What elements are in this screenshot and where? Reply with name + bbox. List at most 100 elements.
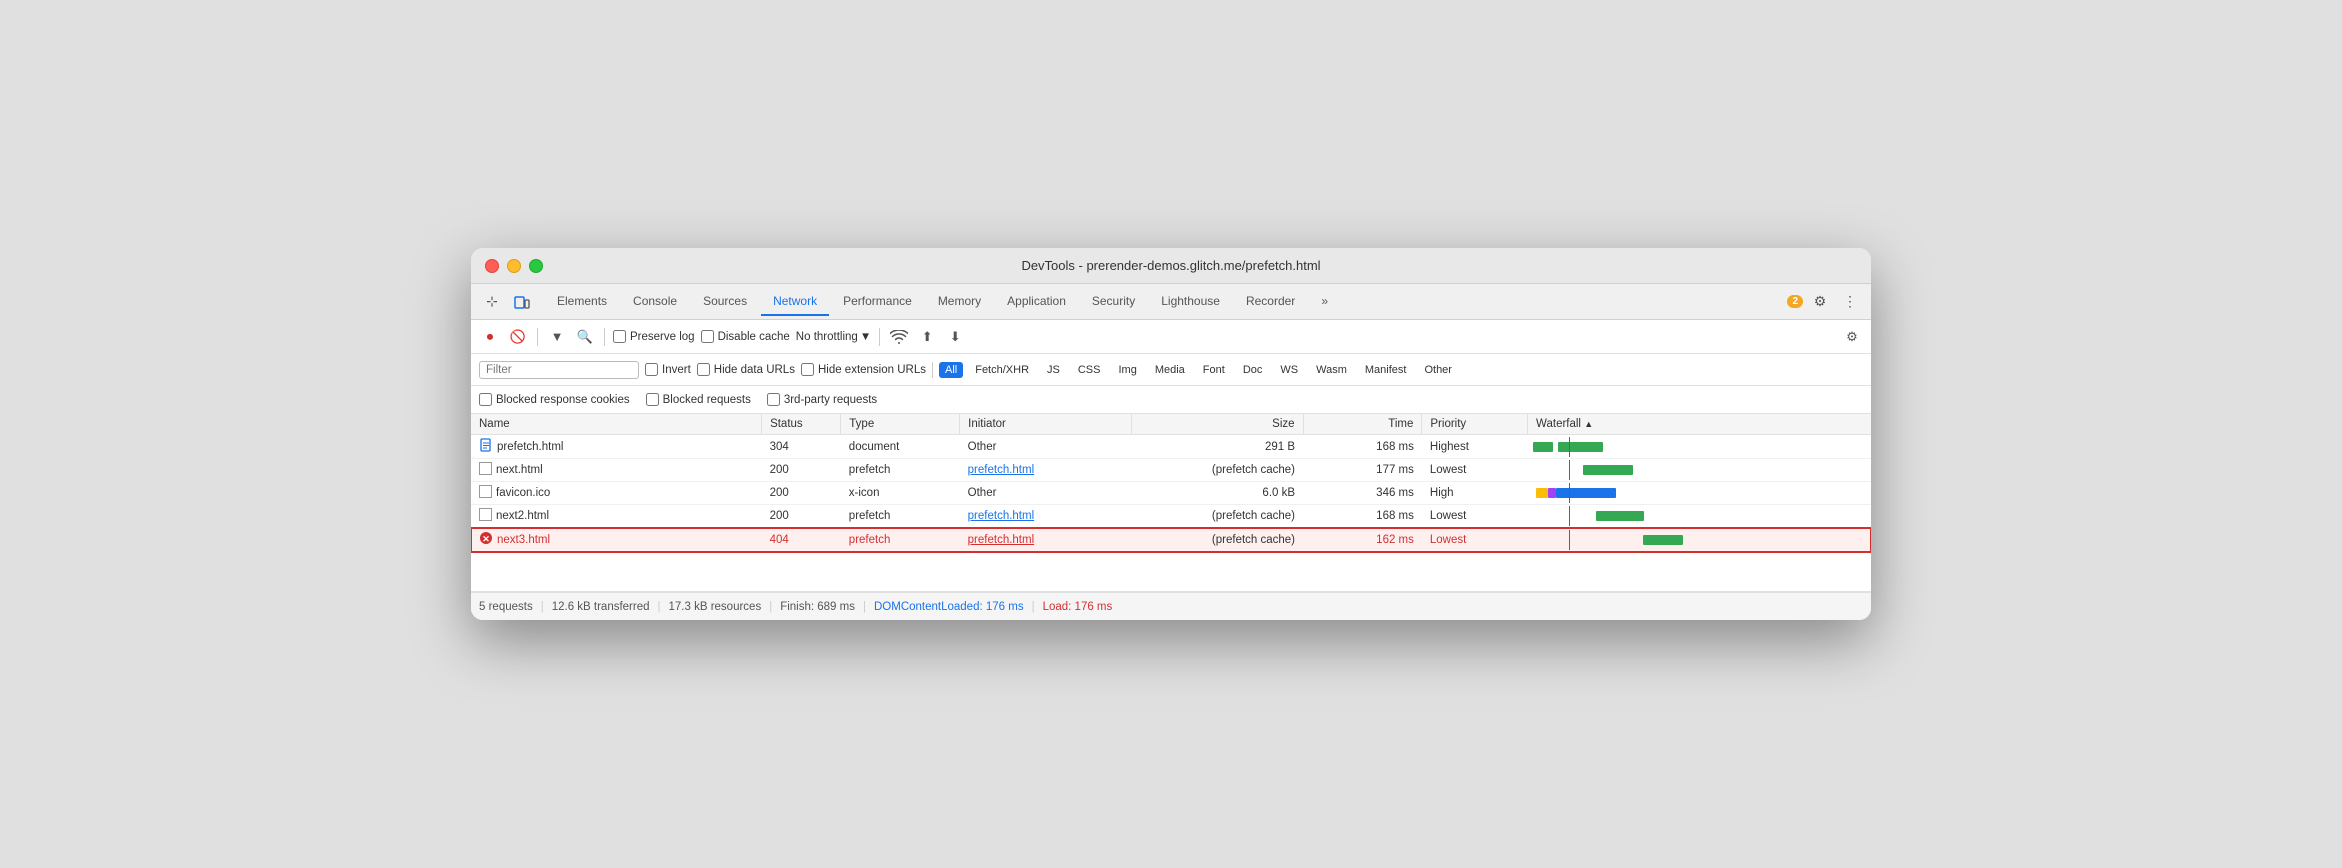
preserve-log-checkbox[interactable] xyxy=(613,330,626,343)
col-header-size[interactable]: Size xyxy=(1131,414,1303,435)
network-table: Name Status Type Initiator Size Time Pri… xyxy=(471,414,1871,552)
third-party-requests-label[interactable]: 3rd-party requests xyxy=(767,393,877,406)
invert-checkbox[interactable] xyxy=(645,363,658,376)
filter-img-button[interactable]: Img xyxy=(1112,362,1142,378)
hide-data-urls-checkbox[interactable] xyxy=(697,363,710,376)
table-row[interactable]: favicon.ico200x-iconOther6.0 kB346 msHig… xyxy=(471,482,1871,505)
col-header-waterfall[interactable]: Waterfall ▲ xyxy=(1528,414,1871,435)
filter-other-button[interactable]: Other xyxy=(1418,362,1458,378)
row-priority: Lowest xyxy=(1422,459,1528,482)
checkbox-icon xyxy=(479,508,492,524)
hide-data-urls-label[interactable]: Hide data URLs xyxy=(697,363,795,376)
throttle-dropdown[interactable]: No throttling ▼ xyxy=(796,331,871,343)
tab-console[interactable]: Console xyxy=(621,288,689,316)
devtools-window: DevTools - prerender-demos.glitch.me/pre… xyxy=(471,248,1871,620)
filter-all-button[interactable]: All xyxy=(939,362,963,378)
filter-icon[interactable]: ▼ xyxy=(546,326,568,348)
table-row[interactable]: next.html200prefetchprefetch.html(prefet… xyxy=(471,459,1871,482)
filter-fetch-xhr-button[interactable]: Fetch/XHR xyxy=(969,362,1035,378)
col-header-status[interactable]: Status xyxy=(762,414,841,435)
filter-css-button[interactable]: CSS xyxy=(1072,362,1107,378)
wifi-icon[interactable] xyxy=(888,326,910,348)
download-icon[interactable]: ⬇ xyxy=(944,326,966,348)
more-options-icon[interactable]: ⋮ xyxy=(1837,289,1863,315)
blocked-requests-checkbox[interactable] xyxy=(646,393,659,406)
waterfall-sort-icon: ▲ xyxy=(1584,419,1593,429)
row-filename: next.html xyxy=(496,464,543,476)
waterfall-red-line xyxy=(1569,483,1571,503)
table-row[interactable]: next2.html200prefetchprefetch.html(prefe… xyxy=(471,505,1871,528)
row-size: (prefetch cache) xyxy=(1131,528,1303,552)
record-button[interactable]: ⏺ xyxy=(479,326,501,348)
search-icon[interactable]: 🔍 xyxy=(574,326,596,348)
col-header-type[interactable]: Type xyxy=(841,414,960,435)
blocked-response-cookies-label[interactable]: Blocked response cookies xyxy=(479,393,630,406)
traffic-lights xyxy=(485,259,543,273)
row-initiator[interactable]: prefetch.html xyxy=(960,528,1132,552)
waterfall-bars xyxy=(1528,437,1871,457)
filter-wasm-button[interactable]: Wasm xyxy=(1310,362,1353,378)
tab-network[interactable]: Network xyxy=(761,288,829,316)
row-size: (prefetch cache) xyxy=(1131,505,1303,528)
checkbox-icon xyxy=(479,462,492,478)
row-type: prefetch xyxy=(841,505,960,528)
col-header-priority[interactable]: Priority xyxy=(1422,414,1528,435)
row-size: 6.0 kB xyxy=(1131,482,1303,505)
row-waterfall xyxy=(1528,435,1871,459)
filter-manifest-button[interactable]: Manifest xyxy=(1359,362,1413,378)
doc-file-icon xyxy=(479,438,493,455)
maximize-button[interactable] xyxy=(529,259,543,273)
filter-font-button[interactable]: Font xyxy=(1197,362,1231,378)
blocked-response-cookies-checkbox[interactable] xyxy=(479,393,492,406)
close-button[interactable] xyxy=(485,259,499,273)
hide-extension-urls-checkbox[interactable] xyxy=(801,363,814,376)
row-time: 177 ms xyxy=(1303,459,1422,482)
toolbar-divider-1 xyxy=(537,328,538,346)
filter-doc-button[interactable]: Doc xyxy=(1237,362,1269,378)
network-settings-icon[interactable]: ⚙ xyxy=(1841,326,1863,348)
inspect-element-icon[interactable]: ⊹ xyxy=(479,289,505,315)
tab-memory[interactable]: Memory xyxy=(926,288,993,316)
table-row[interactable]: prefetch.html304documentOther291 B168 ms… xyxy=(471,435,1871,459)
hide-extension-urls-label[interactable]: Hide extension URLs xyxy=(801,363,926,376)
col-header-time[interactable]: Time xyxy=(1303,414,1422,435)
row-time: 346 ms xyxy=(1303,482,1422,505)
disable-cache-checkbox[interactable] xyxy=(701,330,714,343)
tab-more[interactable]: » xyxy=(1309,288,1340,316)
table-empty-space xyxy=(471,552,1871,592)
filter-media-button[interactable]: Media xyxy=(1149,362,1191,378)
col-header-name[interactable]: Name xyxy=(471,414,762,435)
finish-time: Finish: 689 ms xyxy=(780,601,855,613)
waterfall-bar xyxy=(1548,488,1556,498)
blocked-requests-label[interactable]: Blocked requests xyxy=(646,393,751,406)
tab-application[interactable]: Application xyxy=(995,288,1078,316)
tab-lighthouse[interactable]: Lighthouse xyxy=(1149,288,1232,316)
minimize-button[interactable] xyxy=(507,259,521,273)
status-divider-1: | xyxy=(541,601,544,613)
tab-performance[interactable]: Performance xyxy=(831,288,924,316)
status-divider-2: | xyxy=(658,601,661,613)
filter-js-button[interactable]: JS xyxy=(1041,362,1066,378)
clear-button[interactable]: 🚫 xyxy=(507,326,529,348)
preserve-log-label[interactable]: Preserve log xyxy=(613,330,695,343)
col-header-initiator[interactable]: Initiator xyxy=(960,414,1132,435)
row-name-cell: next2.html xyxy=(479,508,754,524)
tab-recorder[interactable]: Recorder xyxy=(1234,288,1307,316)
row-initiator: Other xyxy=(960,435,1132,459)
upload-icon[interactable]: ⬆ xyxy=(916,326,938,348)
disable-cache-label[interactable]: Disable cache xyxy=(701,330,790,343)
row-initiator[interactable]: prefetch.html xyxy=(960,505,1132,528)
filter-input[interactable] xyxy=(479,361,639,379)
settings-gear-icon[interactable]: ⚙ xyxy=(1807,289,1833,315)
tab-sources[interactable]: Sources xyxy=(691,288,759,316)
row-status: 200 xyxy=(762,482,841,505)
table-row[interactable]: ✕next3.html404prefetchprefetch.html(pref… xyxy=(471,528,1871,552)
tab-security[interactable]: Security xyxy=(1080,288,1147,316)
third-party-requests-checkbox[interactable] xyxy=(767,393,780,406)
row-initiator[interactable]: prefetch.html xyxy=(960,459,1132,482)
tab-elements[interactable]: Elements xyxy=(545,288,619,316)
invert-label[interactable]: Invert xyxy=(645,363,691,376)
device-toolbar-icon[interactable] xyxy=(509,289,535,315)
filter-ws-button[interactable]: WS xyxy=(1274,362,1304,378)
waterfall-red-line xyxy=(1569,437,1571,457)
